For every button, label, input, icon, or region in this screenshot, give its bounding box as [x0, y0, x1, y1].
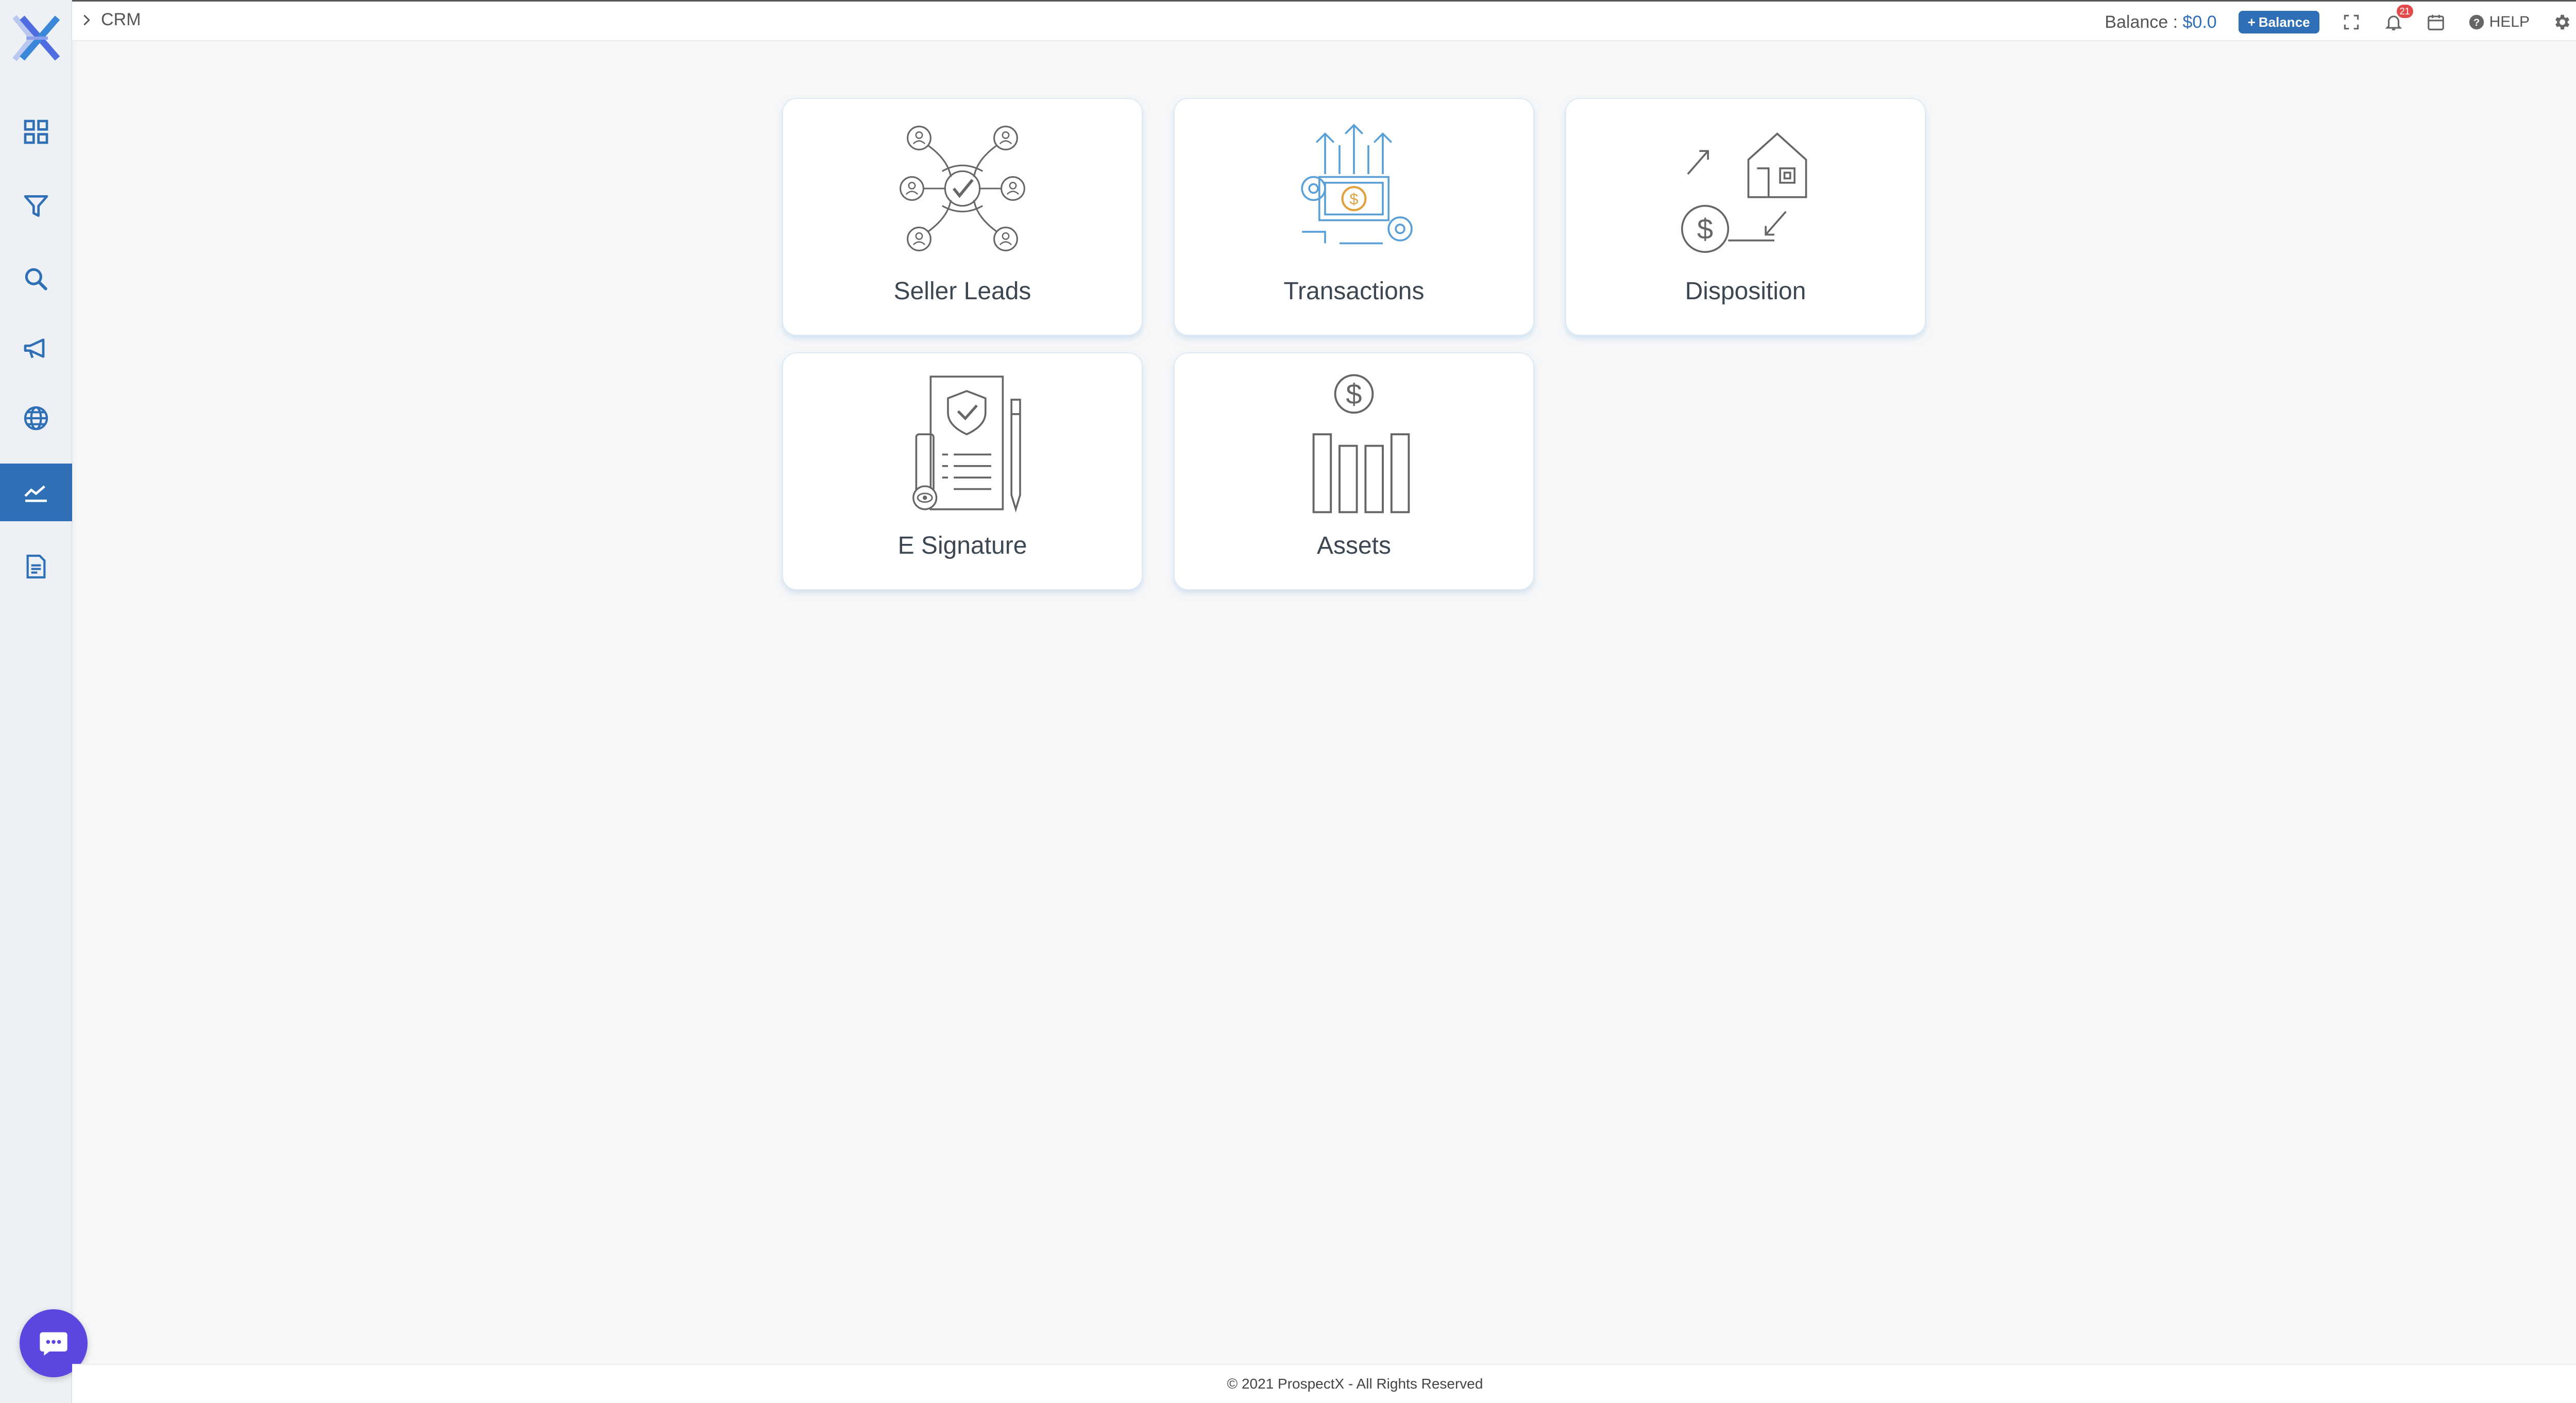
balance-label: Balance : — [2105, 12, 2183, 32]
copyright-text: © 2021 ProspectX - All Rights Reserved — [1227, 1376, 1483, 1392]
card-disposition[interactable]: $ Disposition — [1565, 98, 1926, 336]
breadcrumb: CRM — [79, 10, 141, 30]
card-label: Seller Leads — [893, 278, 1031, 305]
question-circle-icon: ? — [2469, 14, 2484, 30]
seller-leads-icon — [900, 126, 1025, 251]
footer: © 2021 ProspectX - All Rights Reserved — [72, 1364, 2576, 1403]
sidebar-item-filter[interactable] — [0, 177, 72, 235]
calendar-button[interactable] — [2426, 12, 2446, 32]
fullscreen-icon — [2344, 14, 2359, 30]
notification-badge: 21 — [2396, 5, 2413, 18]
logo[interactable] — [10, 11, 64, 65]
svg-text:$: $ — [1697, 213, 1713, 245]
chart-line-icon — [24, 485, 47, 502]
notifications-button[interactable]: 21 — [2383, 5, 2413, 32]
gear-icon — [2555, 14, 2570, 30]
filter-icon — [24, 195, 48, 217]
card-e-signature[interactable]: E Signature — [782, 352, 1143, 590]
disposition-icon: $ — [1681, 132, 1807, 253]
card-label: Disposition — [1685, 278, 1806, 305]
add-balance-label: Balance — [2258, 14, 2310, 30]
app-root: CRM Balance : $0.0 + Balance 21 ? HELP S… — [0, 0, 2576, 1403]
card-label: Assets — [1316, 532, 1392, 559]
e-signature-icon — [912, 375, 1021, 513]
help-label: HELP — [2489, 13, 2530, 30]
breadcrumb-crm[interactable]: CRM — [101, 10, 141, 30]
help-button[interactable]: ? HELP — [2468, 13, 2530, 31]
chat-icon — [40, 1332, 67, 1356]
document-icon — [26, 554, 46, 579]
globe-icon — [24, 406, 48, 431]
transactions-icon: $ — [1301, 124, 1413, 245]
sidebar-item-dashboard[interactable] — [0, 103, 72, 161]
card-seller-leads[interactable]: Seller Leads — [782, 98, 1143, 336]
header-actions: Balance : $0.0 + Balance 21 ? HELP — [2105, 5, 2576, 37]
sidebar-item-crm[interactable] — [0, 464, 72, 521]
settings-button[interactable] — [2551, 12, 2572, 32]
sidebar — [0, 0, 72, 1403]
plus-icon: + — [2247, 14, 2256, 30]
svg-text:?: ? — [2473, 17, 2480, 28]
card-label: E Signature — [897, 532, 1027, 559]
calendar-icon — [2427, 14, 2444, 30]
svg-text:$: $ — [1346, 378, 1362, 410]
sidebar-item-documents[interactable] — [0, 538, 72, 595]
sidebar-item-search[interactable] — [0, 250, 72, 308]
balance-display: Balance : $0.0 — [2105, 12, 2216, 32]
card-assets[interactable]: $ Assets — [1174, 352, 1534, 590]
top-header: CRM Balance : $0.0 + Balance 21 ? HELP — [72, 0, 2576, 41]
card-transactions[interactable]: $ Transactions — [1174, 98, 1534, 336]
fullscreen-button[interactable] — [2341, 12, 2362, 32]
sidebar-item-web[interactable] — [0, 389, 72, 447]
svg-text:$: $ — [1349, 190, 1358, 208]
sidebar-item-campaigns[interactable] — [0, 319, 72, 377]
chevron-right-icon[interactable] — [79, 13, 94, 27]
balance-value: $0.0 — [2182, 12, 2217, 32]
add-balance-button[interactable]: + Balance — [2238, 11, 2319, 33]
assets-icon: $ — [1312, 374, 1410, 514]
megaphone-icon — [24, 338, 45, 358]
search-icon — [25, 268, 47, 290]
grid-icon — [24, 119, 48, 144]
card-label: Transactions — [1283, 278, 1425, 305]
